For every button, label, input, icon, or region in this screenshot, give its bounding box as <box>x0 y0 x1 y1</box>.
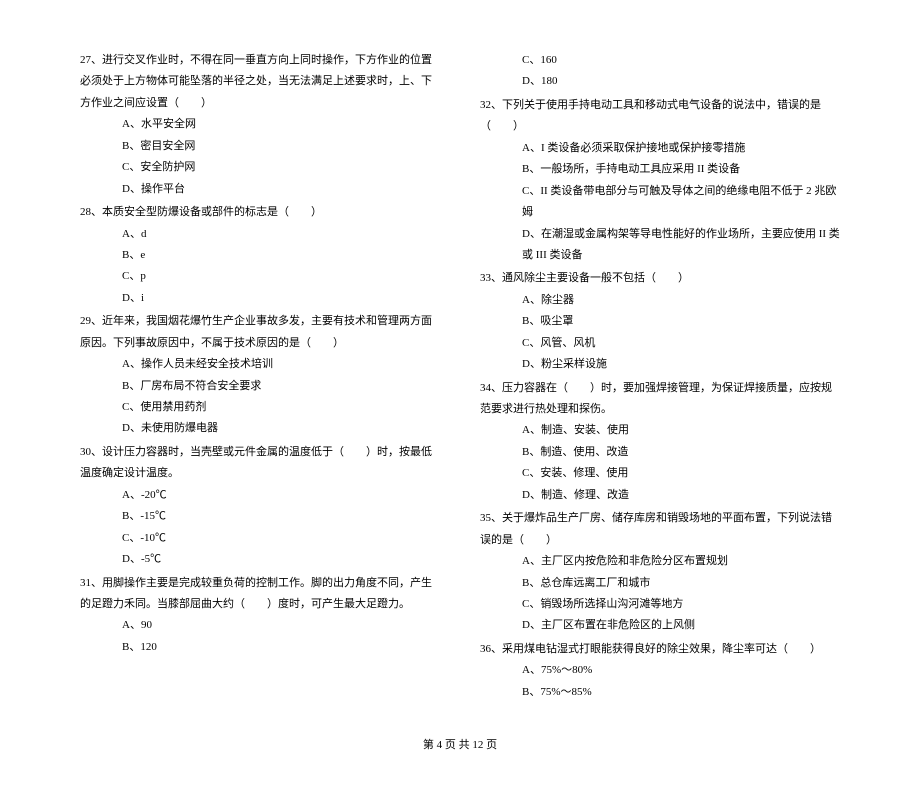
question-31-option-b: B、120 <box>80 637 440 658</box>
question-36: 36、采用煤电钻湿式打眼能获得良好的除尘效果，降尘率可达（ ） A、75%～80… <box>480 639 840 703</box>
question-36-option-b: B、75%～85% <box>480 682 840 703</box>
question-33: 33、通风除尘主要设备一般不包括（ ） A、除尘器 B、吸尘罩 C、风管、风机 … <box>480 268 840 375</box>
question-33-option-b: B、吸尘罩 <box>480 311 840 332</box>
question-34-option-a: A、制造、安装、使用 <box>480 420 840 441</box>
question-27-option-c: C、安全防护网 <box>80 157 440 178</box>
question-27-text: 27、进行交叉作业时，不得在同一垂直方向上同时操作，下方作业的位置必须处于上方物… <box>80 50 440 114</box>
question-30-option-c: C、-10℃ <box>80 528 440 549</box>
page-footer: 第 4 页 共 12 页 <box>80 735 840 756</box>
question-30-option-b: B、-15℃ <box>80 506 440 527</box>
question-28-text: 28、本质安全型防爆设备或部件的标志是（ ） <box>80 202 440 223</box>
question-28: 28、本质安全型防爆设备或部件的标志是（ ） A、d B、e C、p D、i <box>80 202 440 309</box>
left-column: 27、进行交叉作业时，不得在同一垂直方向上同时操作，下方作业的位置必须处于上方物… <box>80 50 440 705</box>
question-30: 30、设计压力容器时，当壳壁或元件金属的温度低于（ ）时，按最低温度确定设计温度… <box>80 442 440 571</box>
two-column-layout: 27、进行交叉作业时，不得在同一垂直方向上同时操作，下方作业的位置必须处于上方物… <box>80 50 840 705</box>
question-32: 32、下列关于使用手持电动工具和移动式电气设备的说法中，错误的是（ ） A、I … <box>480 95 840 267</box>
question-31-option-c: C、160 <box>480 50 840 71</box>
question-31-option-a: A、90 <box>80 615 440 636</box>
question-30-option-a: A、-20℃ <box>80 485 440 506</box>
question-28-option-c: C、p <box>80 266 440 287</box>
question-36-option-a: A、75%～80% <box>480 660 840 681</box>
question-32-option-c: C、II 类设备带电部分与可触及导体之间的绝缘电阻不低于 2 兆欧姆 <box>480 181 840 224</box>
question-28-option-d: D、i <box>80 288 440 309</box>
question-29-option-c: C、使用禁用药剂 <box>80 397 440 418</box>
question-30-text: 30、设计压力容器时，当壳壁或元件金属的温度低于（ ）时，按最低温度确定设计温度… <box>80 442 440 485</box>
question-34-text: 34、压力容器在（ ）时，要加强焊接管理，为保证焊接质量，应按规范要求进行热处理… <box>480 378 840 421</box>
right-column: C、160 D、180 32、下列关于使用手持电动工具和移动式电气设备的说法中，… <box>480 50 840 705</box>
question-31: 31、用脚操作主要是完成较重负荷的控制工作。脚的出力角度不同，产生的足蹬力禾同。… <box>80 573 440 659</box>
question-28-option-a: A、d <box>80 224 440 245</box>
question-27-option-a: A、水平安全网 <box>80 114 440 135</box>
question-35-option-a: A、主厂区内按危险和非危险分区布置规划 <box>480 551 840 572</box>
question-35-text: 35、关于爆炸品生产厂房、储存库房和销毁场地的平面布置，下列说法错误的是（ ） <box>480 508 840 551</box>
question-34: 34、压力容器在（ ）时，要加强焊接管理，为保证焊接质量，应按规范要求进行热处理… <box>480 378 840 507</box>
question-28-option-b: B、e <box>80 245 440 266</box>
question-30-option-d: D、-5℃ <box>80 549 440 570</box>
question-32-text: 32、下列关于使用手持电动工具和移动式电气设备的说法中，错误的是（ ） <box>480 95 840 138</box>
question-34-option-c: C、安装、修理、使用 <box>480 463 840 484</box>
question-32-option-a: A、I 类设备必须采取保护接地或保护接零措施 <box>480 138 840 159</box>
question-29-option-b: B、厂房布局不符合安全要求 <box>80 376 440 397</box>
question-31-text: 31、用脚操作主要是完成较重负荷的控制工作。脚的出力角度不同，产生的足蹬力禾同。… <box>80 573 440 616</box>
question-29: 29、近年来，我国烟花爆竹生产企业事故多发，主要有技术和管理两方面原因。下列事故… <box>80 311 440 440</box>
question-32-option-b: B、一般场所，手持电动工具应采用 II 类设备 <box>480 159 840 180</box>
question-33-option-a: A、除尘器 <box>480 290 840 311</box>
question-29-text: 29、近年来，我国烟花爆竹生产企业事故多发，主要有技术和管理两方面原因。下列事故… <box>80 311 440 354</box>
question-27-option-b: B、密目安全网 <box>80 136 440 157</box>
question-33-option-c: C、风管、风机 <box>480 333 840 354</box>
question-33-text: 33、通风除尘主要设备一般不包括（ ） <box>480 268 840 289</box>
question-35-option-d: D、主厂区布置在非危险区的上风侧 <box>480 615 840 636</box>
question-33-option-d: D、粉尘采样设施 <box>480 354 840 375</box>
question-32-option-d: D、在潮湿或金属构架等导电性能好的作业场所，主要应使用 II 类或 III 类设… <box>480 224 840 267</box>
question-35: 35、关于爆炸品生产厂房、储存库房和销毁场地的平面布置，下列说法错误的是（ ） … <box>480 508 840 637</box>
question-29-option-a: A、操作人员未经安全技术培训 <box>80 354 440 375</box>
question-34-option-b: B、制造、使用、改造 <box>480 442 840 463</box>
question-31-cont: C、160 D、180 <box>480 50 840 93</box>
question-31-option-d: D、180 <box>480 71 840 92</box>
question-27: 27、进行交叉作业时，不得在同一垂直方向上同时操作，下方作业的位置必须处于上方物… <box>80 50 440 200</box>
question-29-option-d: D、未使用防爆电器 <box>80 418 440 439</box>
question-34-option-d: D、制造、修理、改造 <box>480 485 840 506</box>
question-35-option-c: C、销毁场所选择山沟河滩等地方 <box>480 594 840 615</box>
question-27-option-d: D、操作平台 <box>80 179 440 200</box>
question-35-option-b: B、总仓库远离工厂和城市 <box>480 573 840 594</box>
